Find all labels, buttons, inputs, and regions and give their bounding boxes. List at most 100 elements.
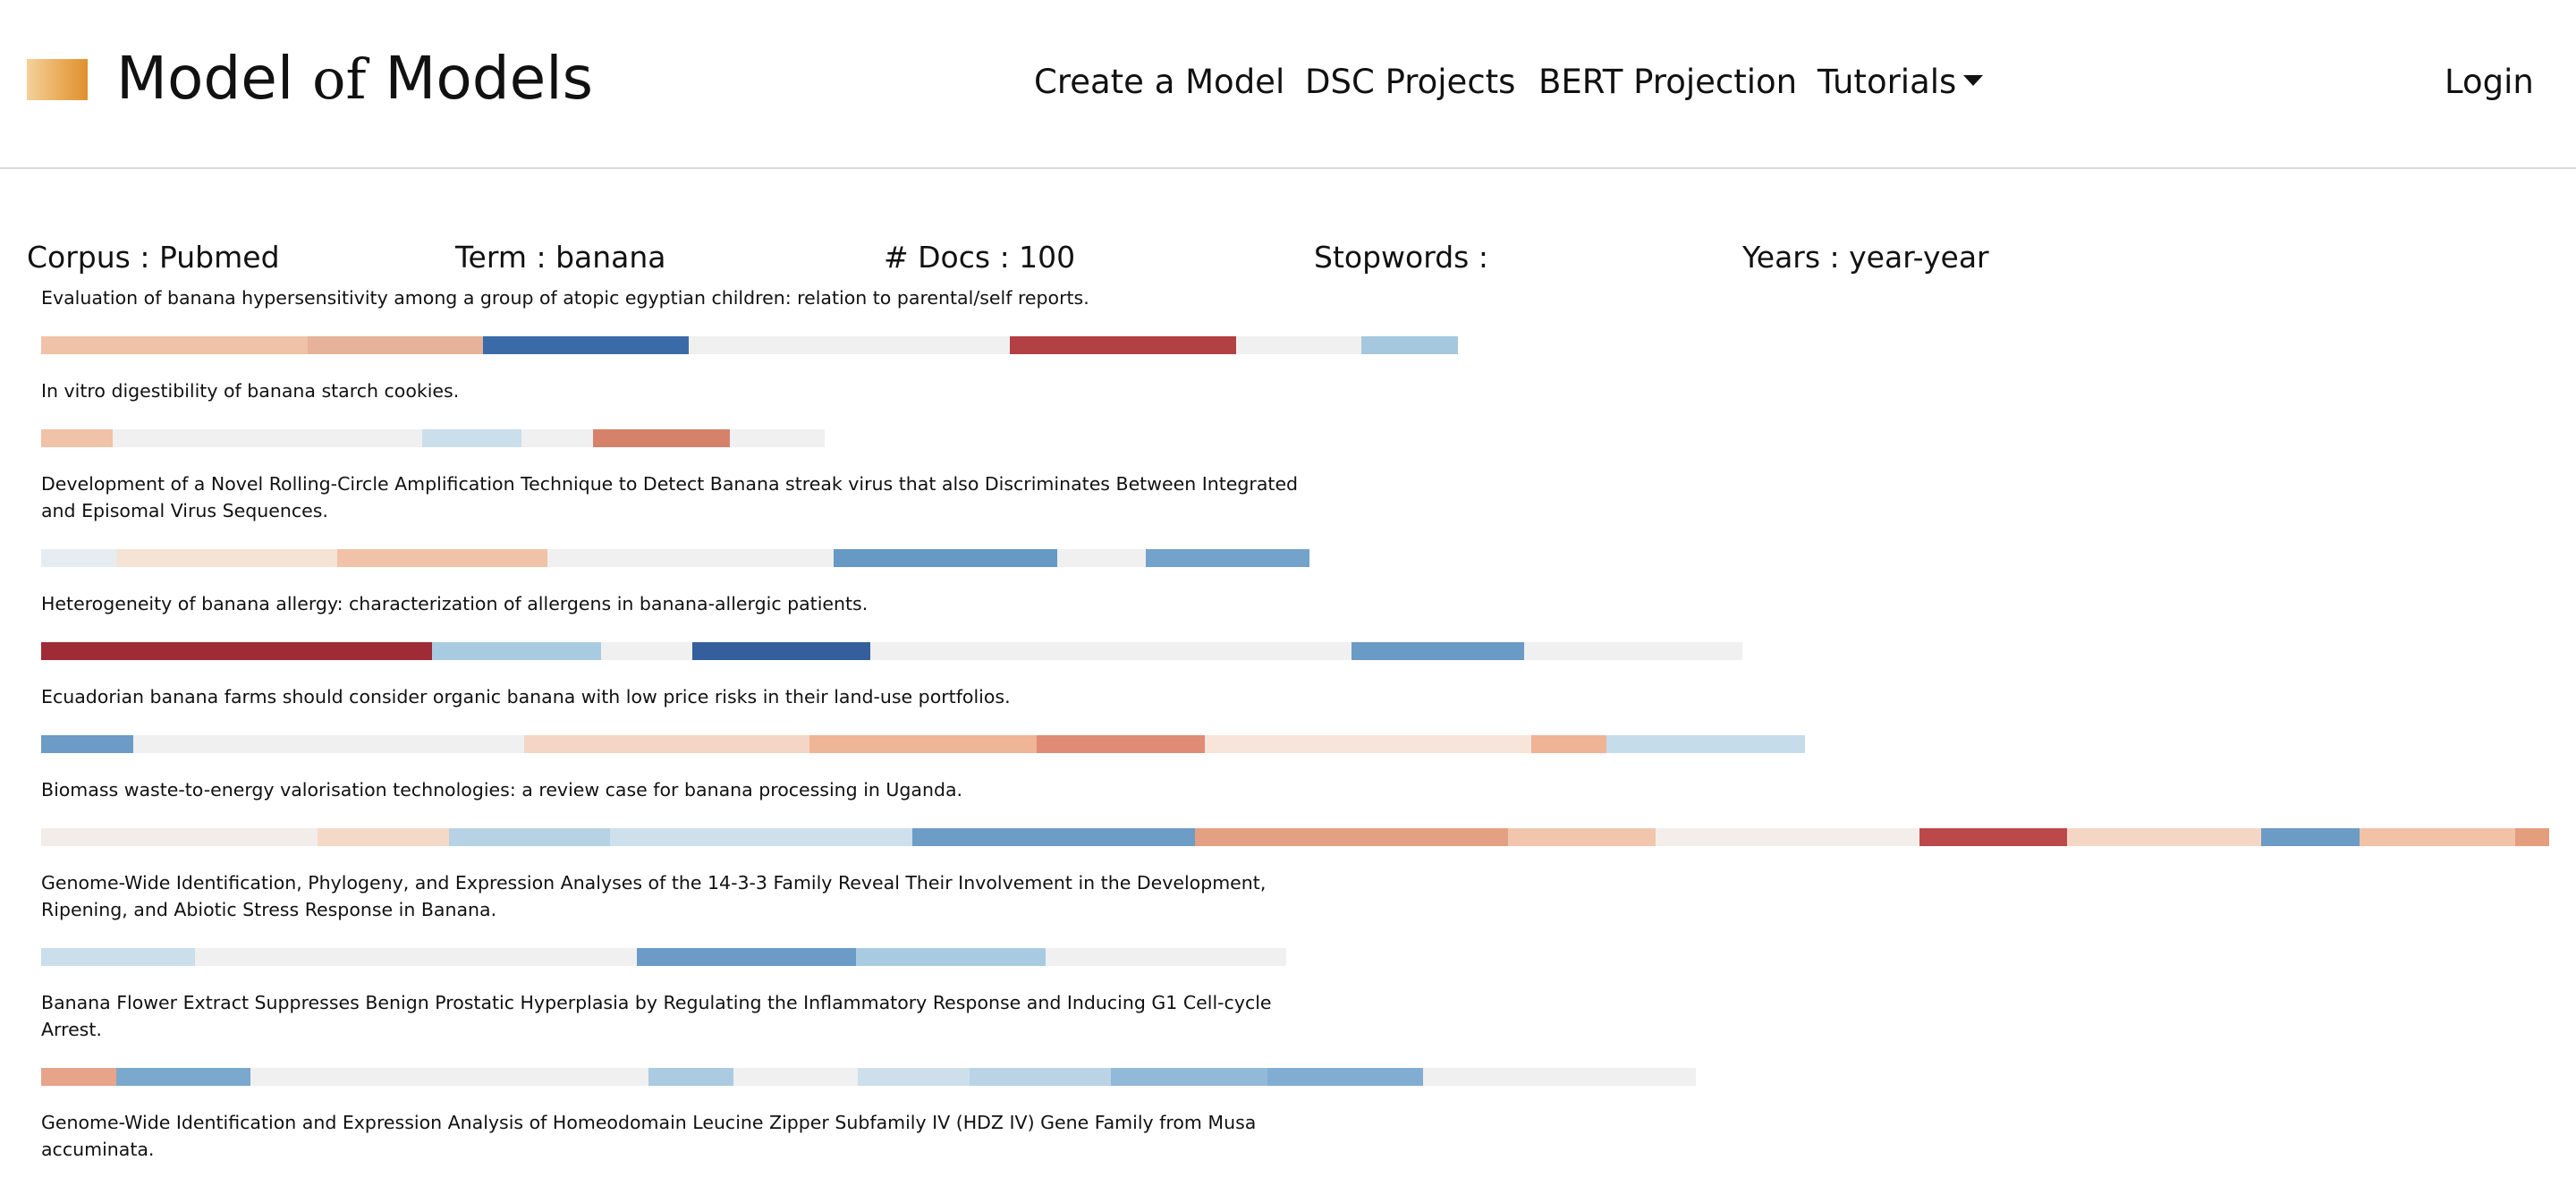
topic-segment[interactable]	[1524, 642, 1742, 660]
topic-segment[interactable]	[2360, 828, 2515, 846]
topic-bar	[41, 642, 1742, 660]
document-title[interactable]: Genome-Wide Identification and Expressio…	[41, 1109, 1311, 1163]
navbar: Model of Models Create a Model DSC Proje…	[0, 0, 2576, 169]
topic-segment[interactable]	[858, 1068, 970, 1086]
topic-segment[interactable]	[593, 429, 730, 447]
document-item: In vitro digestibility of banana starch …	[41, 377, 2546, 447]
topic-segment[interactable]	[1423, 1068, 1696, 1086]
topic-segment[interactable]	[1205, 735, 1531, 753]
topic-segment[interactable]	[1236, 336, 1361, 354]
brand-main: Model	[116, 44, 313, 113]
brand-title[interactable]: Model of Models	[116, 41, 593, 117]
nav-bert-projection[interactable]: BERT Projection	[1538, 59, 1797, 106]
topic-segment[interactable]	[610, 828, 912, 846]
topic-segment[interactable]	[970, 1068, 1111, 1086]
topic-segment[interactable]	[601, 642, 692, 660]
topic-segment[interactable]	[1057, 549, 1146, 567]
document-title[interactable]: Heterogeneity of banana allergy: charact…	[41, 590, 1311, 617]
login-link[interactable]: Login	[2445, 59, 2534, 106]
topic-segment[interactable]	[730, 429, 825, 447]
nav-tutorials-dropdown[interactable]: Tutorials	[1818, 59, 1984, 106]
topic-segment[interactable]	[1046, 948, 1286, 966]
topic-segment[interactable]	[648, 1068, 733, 1086]
topic-segment[interactable]	[809, 735, 1037, 753]
topic-segment[interactable]	[250, 1068, 648, 1086]
topic-segment[interactable]	[116, 549, 337, 567]
topic-segment[interactable]	[524, 735, 809, 753]
document-item: Evaluation of banana hypersensitivity am…	[41, 284, 2546, 354]
topic-segment[interactable]	[1352, 642, 1524, 660]
topic-segment[interactable]	[733, 1068, 858, 1086]
topic-segment[interactable]	[637, 948, 856, 966]
topic-segment[interactable]	[521, 429, 593, 447]
topic-segment[interactable]	[1111, 1068, 1267, 1086]
topic-segment[interactable]	[422, 429, 521, 447]
term-label: Term : banana	[455, 240, 666, 275]
topic-segment[interactable]	[912, 828, 1195, 846]
topic-segment[interactable]	[133, 735, 524, 753]
topic-segment[interactable]	[1656, 828, 1919, 846]
topic-segment[interactable]	[870, 642, 1352, 660]
nav-create-model[interactable]: Create a Model	[1034, 59, 1284, 106]
document-title[interactable]: Ecuadorian banana farms should consider …	[41, 683, 1311, 710]
topic-segment[interactable]	[2515, 828, 2549, 846]
topic-segment[interactable]	[2261, 828, 2360, 846]
topic-segment[interactable]	[337, 549, 547, 567]
topic-segment[interactable]	[1146, 549, 1309, 567]
years-label: Years : year-year	[1742, 240, 1989, 275]
document-title[interactable]: Biomass waste-to-energy valorisation tec…	[41, 776, 1311, 803]
topic-segment[interactable]	[1037, 735, 1205, 753]
topic-segment[interactable]	[856, 948, 1046, 966]
topic-segment[interactable]	[41, 642, 432, 660]
brand-end: Models	[366, 44, 593, 113]
document-title[interactable]: Development of a Novel Rolling-Circle Am…	[41, 470, 1311, 524]
topic-segment[interactable]	[41, 948, 195, 966]
topic-segment[interactable]	[834, 549, 1057, 567]
document-item: Ecuadorian banana farms should consider …	[41, 683, 2546, 753]
topic-bar	[41, 1068, 1696, 1086]
nav-dsc-projects[interactable]: DSC Projects	[1305, 59, 1515, 106]
topic-bar	[41, 948, 1286, 966]
docs-count-label: # Docs : 100	[884, 240, 1076, 275]
topic-segment[interactable]	[483, 336, 689, 354]
document-item: Banana Flower Extract Suppresses Benign …	[41, 989, 2546, 1086]
topic-segment[interactable]	[1361, 336, 1458, 354]
topic-segment[interactable]	[41, 1068, 116, 1086]
topic-segment[interactable]	[432, 642, 601, 660]
document-title[interactable]: In vitro digestibility of banana starch …	[41, 377, 1311, 404]
topic-segment[interactable]	[41, 336, 308, 354]
topic-segment[interactable]	[449, 828, 610, 846]
topic-segment[interactable]	[41, 735, 133, 753]
topic-bar	[41, 429, 825, 447]
topic-segment[interactable]	[1606, 735, 1805, 753]
topic-segment[interactable]	[1508, 828, 1656, 846]
logo-icon[interactable]	[27, 59, 88, 100]
corpus-label: Corpus : Pubmed	[27, 240, 280, 275]
topic-segment[interactable]	[1531, 735, 1606, 753]
topic-segment[interactable]	[1919, 828, 2067, 846]
topic-segment[interactable]	[689, 336, 1010, 354]
topic-bar	[41, 549, 1309, 567]
stopwords-label: Stopwords :	[1314, 240, 1488, 275]
topic-segment[interactable]	[692, 642, 870, 660]
topic-segment[interactable]	[1267, 1068, 1423, 1086]
topic-segment[interactable]	[1195, 828, 1508, 846]
topic-segment[interactable]	[318, 828, 449, 846]
document-title[interactable]: Banana Flower Extract Suppresses Benign …	[41, 989, 1311, 1043]
topic-segment[interactable]	[41, 549, 116, 567]
topic-segment[interactable]	[116, 1068, 250, 1086]
nav-tutorials-label: Tutorials	[1818, 63, 1957, 101]
document-title[interactable]: Genome-Wide Identification, Phylogeny, a…	[41, 869, 1311, 923]
topic-segment[interactable]	[113, 429, 422, 447]
topic-segment[interactable]	[2067, 828, 2261, 846]
caret-down-icon	[1963, 74, 1984, 86]
topic-segment[interactable]	[547, 549, 834, 567]
topic-segment[interactable]	[41, 828, 318, 846]
topic-bar	[41, 336, 1458, 354]
topic-segment[interactable]	[195, 948, 637, 966]
topic-segment[interactable]	[308, 336, 483, 354]
topic-segment[interactable]	[41, 429, 113, 447]
document-title[interactable]: Evaluation of banana hypersensitivity am…	[41, 284, 1311, 311]
topic-segment[interactable]	[1010, 336, 1236, 354]
document-item: Development of a Novel Rolling-Circle Am…	[41, 470, 2546, 567]
